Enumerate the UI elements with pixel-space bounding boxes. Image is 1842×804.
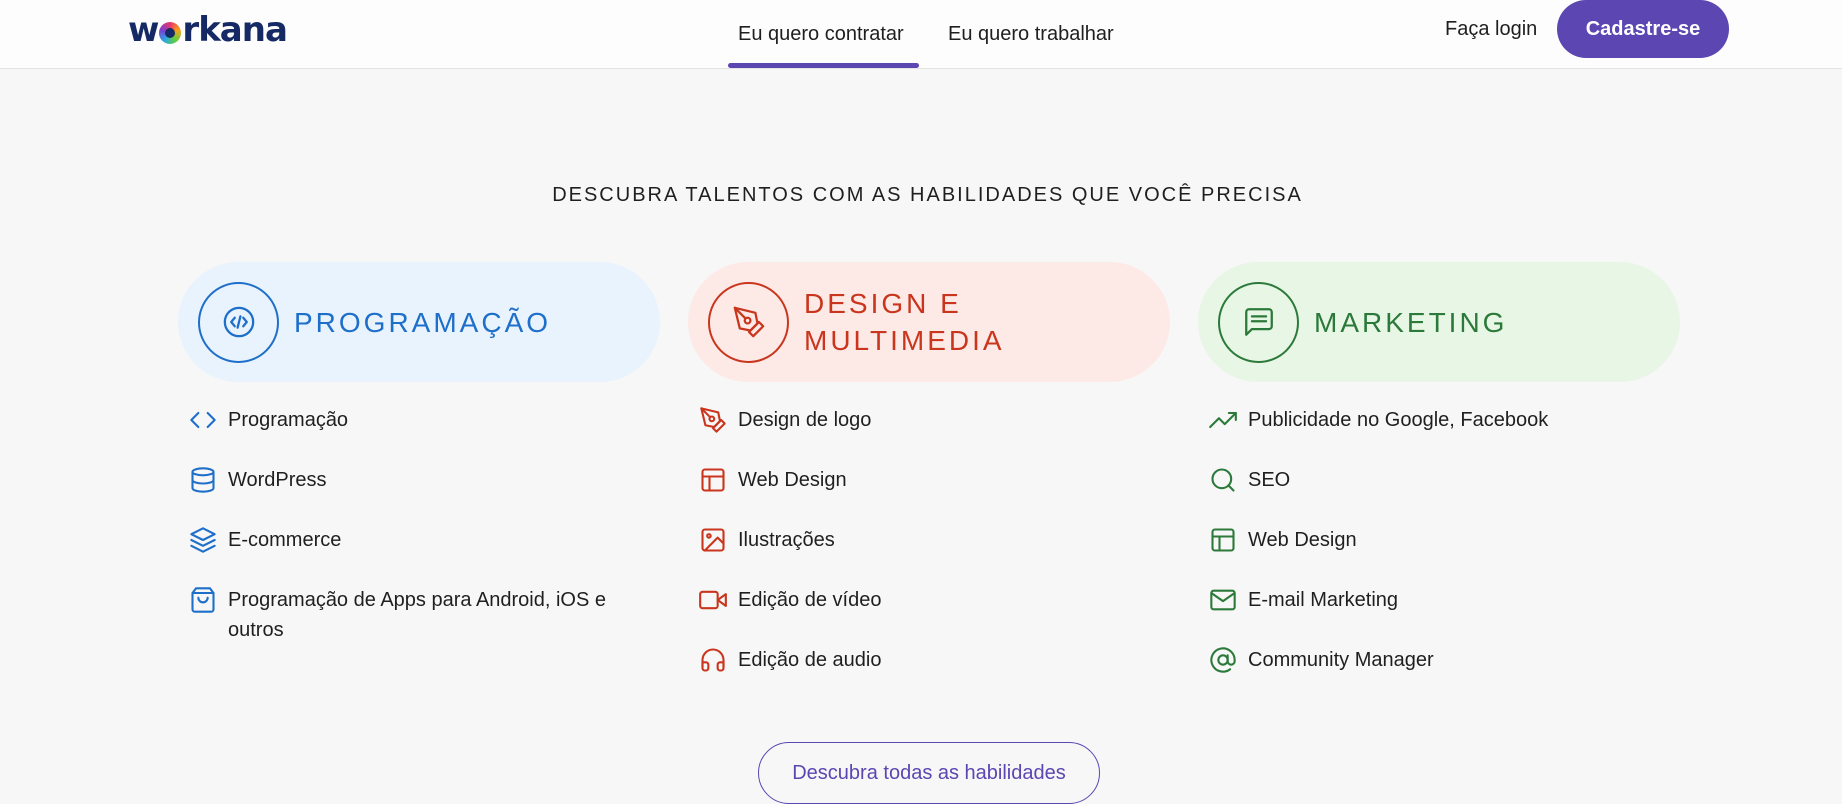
skill-item-ecommerce[interactable]: E-commerce [178, 525, 660, 555]
skill-item-web-design[interactable]: Web Design [1198, 525, 1680, 555]
workana-logo[interactable]: w rkana [128, 8, 288, 52]
logo-color-ring-icon [159, 22, 182, 44]
tab-work[interactable]: Eu quero trabalhar [948, 0, 1114, 69]
image-icon [698, 525, 728, 555]
skill-label: Web Design [1248, 529, 1357, 551]
skill-item-audio-editing[interactable]: Edição de audio [688, 645, 1170, 675]
skill-item-video-editing[interactable]: Edição de vídeo [688, 585, 1170, 615]
pen-tool-icon [698, 405, 728, 435]
skill-item-illustrations[interactable]: Ilustrações [688, 525, 1170, 555]
signup-button[interactable]: Cadastre-se [1557, 0, 1729, 58]
category-design: DESIGN E MULTIMEDIA Design de logo Web D… [688, 262, 1170, 705]
category-title: MARKETING [1314, 306, 1508, 338]
skill-item-web-design[interactable]: Web Design [688, 465, 1170, 495]
section-title: DESCUBRA TALENTOS COM AS HABILIDADES QUE… [552, 184, 1303, 206]
skill-label: Design de logo [738, 409, 872, 431]
layout-icon [698, 465, 728, 495]
skill-label: Edição de audio [738, 649, 882, 671]
skill-label: Web Design [738, 469, 847, 491]
headphones-icon [698, 645, 728, 675]
skill-label: Ilustrações [738, 529, 835, 551]
skill-list: Publicidade no Google, Facebook SEO Web … [1198, 405, 1680, 675]
layout-icon [1208, 525, 1238, 555]
skill-label: E-mail Marketing [1248, 589, 1399, 611]
skill-item-google-facebook-ads[interactable]: Publicidade no Google, Facebook [1198, 405, 1680, 435]
active-tab-indicator [728, 63, 919, 68]
skill-item-logo-design[interactable]: Design de logo [688, 405, 1170, 435]
database-icon [188, 465, 218, 495]
skill-list: Programação WordPress E-commerce Program… [178, 405, 660, 645]
skill-label: Community Manager [1248, 649, 1434, 671]
skill-label: Edição de vídeo [738, 589, 882, 611]
category-programming: PROGRAMAÇÃO Programação WordPress E-comm… [178, 262, 660, 675]
login-link[interactable]: Faça login [1445, 0, 1537, 59]
tab-hire-label: Eu quero contratar [738, 23, 904, 45]
skill-label: WordPress [228, 469, 327, 491]
skill-item-seo[interactable]: SEO [1198, 465, 1680, 495]
skill-list: Design de logo Web Design Ilustrações Ed… [688, 405, 1170, 675]
search-icon [1208, 465, 1238, 495]
video-icon [698, 585, 728, 615]
skill-item-programming[interactable]: Programação [178, 405, 660, 435]
category-title: DESIGN E MULTIMEDIA [804, 288, 1005, 356]
skill-item-community-manager[interactable]: Community Manager [1198, 645, 1680, 675]
at-sign-icon [1208, 645, 1238, 675]
code-circle-icon [198, 281, 279, 363]
skill-item-wordpress[interactable]: WordPress [178, 465, 660, 495]
skill-item-mobile-apps[interactable]: Programação de Apps para Android, iOS e … [178, 585, 660, 645]
skill-label: E-commerce [228, 529, 342, 551]
category-marketing: MARKETING Publicidade no Google, Faceboo… [1198, 262, 1680, 705]
skill-label: Publicidade no Google, Facebook [1248, 409, 1549, 431]
top-navigation-bar: w rkana Eu quero contratar Eu quero traba… [0, 0, 1842, 69]
skill-label: Programação de Apps para Android, iOS e … [228, 589, 607, 641]
category-header-marketing[interactable]: MARKETING [1198, 262, 1680, 382]
message-square-icon [1218, 281, 1299, 363]
category-header-programming[interactable]: PROGRAMAÇÃO [178, 262, 660, 382]
category-title: PROGRAMAÇÃO [294, 306, 552, 338]
skill-item-email-marketing[interactable]: E-mail Marketing [1198, 585, 1680, 615]
pen-tool-icon [708, 281, 789, 363]
discover-all-skills-button[interactable]: Descubra todas as habilidades [758, 742, 1100, 804]
skill-label: SEO [1248, 469, 1291, 491]
mail-icon [1208, 585, 1238, 615]
code-icon [188, 405, 218, 435]
tab-work-label: Eu quero trabalhar [948, 23, 1114, 45]
category-header-design[interactable]: DESIGN E MULTIMEDIA [688, 262, 1170, 382]
skill-label: Programação [228, 409, 349, 431]
trending-up-icon [1208, 405, 1238, 435]
layers-icon [188, 525, 218, 555]
shopping-bag-icon [188, 585, 218, 615]
tab-hire[interactable]: Eu quero contratar [738, 0, 904, 69]
